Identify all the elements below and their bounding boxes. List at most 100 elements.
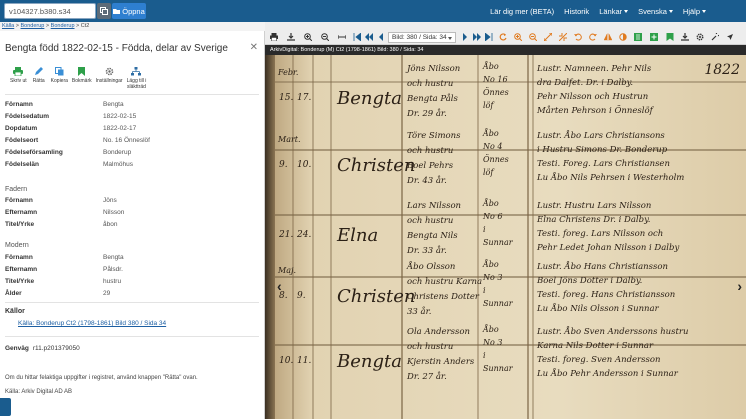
record-place-line: Åbo [483,62,499,71]
footer-source: Källa: Arkiv Digital AD AB [5,389,73,395]
record-witness-line: dra Dalfet. Dr. i Dalby. [537,78,634,88]
person-field-label: Förnamn [5,101,33,108]
bookmark-list-icon[interactable] [634,33,642,41]
shortcut-value[interactable]: r11.p201379050 [33,345,80,352]
record-place-line: Sunnar [483,364,513,373]
zoom-in-icon[interactable] [514,33,522,41]
nav-help-menu[interactable]: Hjälp [683,7,706,16]
record-parents-line: och hustru [407,216,454,226]
nav-learn-more[interactable]: Lär dig mer (BETA) [490,7,554,16]
record-parents-line: Ola Andersson [407,327,470,337]
settings-button[interactable]: Inställningar [96,66,123,90]
father-field-row: Titel/Yrke åbon [5,221,255,232]
record-parents-line: Kjerstin Anders [407,357,475,367]
rotate-right-icon[interactable] [589,33,597,41]
settings-label: Inställningar [95,78,123,84]
record-witness-line: Karna Nils Dotter i Sunnar [537,341,654,351]
history-dropdown-button[interactable] [97,3,111,19]
search-input[interactable]: v104327.b380.s34 [4,3,96,19]
record-witness-line: Testi. foreg. Hans Christiansson [537,290,676,300]
nav-links-menu[interactable]: Länkar [599,7,629,16]
record-month: Mart. [278,135,301,144]
record-place-line: Önnes [483,88,509,97]
fit-width-icon[interactable] [338,33,346,41]
record-month: Maj. [278,266,296,275]
bookmark-add-icon[interactable] [650,33,658,41]
caret-down-icon [668,9,673,13]
divider [5,336,259,337]
record-child-name: Christen [337,155,416,176]
wrench-icon[interactable] [711,33,719,41]
print-icon[interactable] [270,33,278,41]
bookmark-icon[interactable] [666,33,674,41]
add-to-tree-button[interactable]: Lägg till i släktträd [127,66,146,90]
invert-icon[interactable] [619,33,627,41]
record-witness-line: Lustr. Namneen. Pehr Nils [537,64,652,74]
gear-icon[interactable] [696,33,704,41]
download-icon[interactable] [287,33,295,41]
record-birth-day: 15. [279,93,294,103]
last-page-icon[interactable] [485,33,493,41]
expand-icon[interactable] [544,33,552,41]
record-place-line: i [483,225,486,234]
caret-down-icon [448,37,452,40]
nav-history[interactable]: Historik [564,7,589,16]
first-page-icon[interactable] [353,33,361,41]
zoom-out-icon[interactable] [321,33,329,41]
zoom-in-icon[interactable] [304,33,312,41]
record-parents-line: Christens Dotter [407,292,479,302]
father-field-value: Nilsson [103,209,125,216]
pointer-icon[interactable] [726,33,734,41]
record-witness-line: Lu Åbo Nils Olsson i Sunnar [537,304,659,314]
mother-field-value: 29 [103,290,111,297]
next-ten-icon[interactable] [473,33,481,41]
source-link[interactable]: Källa: Bonderup Ct2 (1798-1861) Bild 380… [18,320,166,327]
breadcrumb-source[interactable]: Källa [2,23,14,29]
record-panel: Bengta född 1822-02-15 - Födda, delar av… [0,31,265,419]
record-place-line: löf [483,101,494,110]
record-place-line: Åbo [483,260,499,269]
collapse-icon[interactable] [559,33,567,41]
previous-page-icon[interactable] [377,33,385,41]
breadcrumb-parish[interactable]: Bonderup [21,23,45,29]
zoom-out-icon[interactable] [529,33,537,41]
breadcrumb-archive[interactable]: Bonderup [51,23,75,29]
record-parents-line: Lars Nilsson [407,201,462,211]
image-viewer[interactable]: 1822 Febr. 15. 17. Bengta Jöns Nilsson och hu… [265,55,746,419]
mother-field-label: Ålder [5,290,22,297]
rotate-left-icon[interactable] [574,33,582,41]
correct-button[interactable]: Rätta [31,66,47,90]
person-field-row: Födelseförsamling Bonderup [5,149,255,160]
copy-label: Kopiera [50,78,68,84]
record-parents-line: 33 år. [407,307,432,317]
record-parents-line: Dr. 27 år. [407,372,447,382]
record-parents-line: och hustru [407,79,454,89]
next-page-icon[interactable] [461,33,469,41]
copy-button[interactable]: Kopiera [51,66,68,90]
print-button[interactable]: Skriv ut [10,66,27,90]
mother-field-label: Titel/Yrke [5,278,35,285]
download-icon[interactable] [681,33,689,41]
nav-language-menu[interactable]: Svenska [638,7,673,16]
record-witness-line: Elna Christens Dr. i Dalby. [537,215,651,225]
print-label: Skriv ut [10,78,27,84]
correction-note: Om du hittar felaktiga uppgifter i regis… [5,375,198,381]
gear-icon [105,67,113,75]
page-select[interactable]: Bild: 380 / Sida: 34 [388,32,456,43]
bookmark-button[interactable]: Bokmärk [72,66,92,90]
refresh-icon[interactable] [499,33,507,41]
open-button[interactable]: Öppna [112,3,146,19]
person-field-value: 1822-02-17 [103,125,137,132]
person-field-label: Födelselän [5,161,39,168]
mother-field-label: Förnamn [5,254,33,261]
folder-icon [113,9,121,14]
breadcrumb: Källa > Bonderup > Bonderup > Ct2 [0,22,265,31]
father-field-row: Förnamn Jöns [5,197,255,208]
next-image-arrow[interactable]: › [737,278,742,294]
father-field-label: Förnamn [5,197,33,204]
previous-ten-icon[interactable] [365,33,373,41]
sidebar-toggle-handle[interactable] [0,398,11,416]
previous-image-arrow[interactable]: ‹ [277,278,282,294]
flip-icon[interactable] [604,33,612,41]
close-icon[interactable]: ✕ [250,42,258,53]
